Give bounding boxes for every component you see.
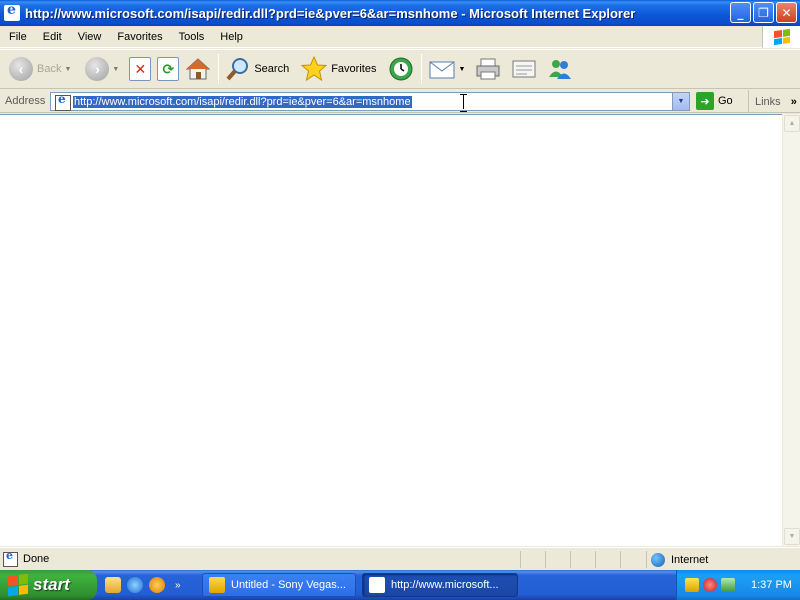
media-player-icon[interactable] — [149, 577, 165, 593]
ie-icon — [4, 2, 20, 21]
windows-logo — [762, 26, 800, 48]
address-url[interactable]: http://www.microsoft.com/isapi/redir.dll… — [73, 95, 412, 108]
back-label: Back — [37, 63, 62, 75]
home-icon — [186, 58, 211, 80]
quicklaunch-chevron-icon[interactable]: » — [175, 580, 181, 591]
sony-vegas-icon — [209, 577, 225, 593]
menu-favorites[interactable]: Favorites — [108, 31, 169, 43]
page-status-icon — [3, 549, 18, 567]
back-arrow-icon: ‹ — [9, 57, 33, 81]
globe-icon — [651, 552, 665, 567]
quick-launch: » — [105, 577, 187, 593]
toolbar-separator — [421, 54, 423, 84]
minimize-button[interactable]: _ — [730, 2, 751, 23]
address-input[interactable]: http://www.microsoft.com/isapi/redir.dll… — [50, 92, 690, 111]
links-chevron-icon[interactable]: » — [791, 96, 797, 108]
home-button[interactable] — [182, 52, 214, 86]
menu-bar: File Edit View Favorites Tools Help — [0, 26, 800, 48]
task-label: Untitled - Sony Vegas... — [231, 579, 346, 591]
print-button[interactable] — [472, 52, 504, 86]
status-panel — [545, 551, 546, 568]
printer-icon — [476, 58, 500, 80]
history-icon — [389, 57, 413, 81]
search-label: Search — [254, 63, 290, 75]
standard-toolbar: ‹ Back ▼ › ▼ ✕ ⟳ Search Favorites ▼ — [0, 49, 800, 89]
scroll-down-button[interactable]: ▼ — [784, 528, 800, 545]
zone-label: Internet — [671, 553, 709, 566]
star-icon — [301, 56, 328, 82]
mail-icon — [429, 61, 455, 79]
refresh-button[interactable]: ⟳ — [154, 52, 182, 86]
start-button[interactable]: start — [0, 570, 97, 600]
vertical-scrollbar[interactable]: ▲ ▼ — [782, 114, 800, 546]
menu-view[interactable]: View — [69, 31, 109, 43]
taskbar-item-sony-vegas[interactable]: Untitled - Sony Vegas... — [202, 573, 356, 597]
favorites-label: Favorites — [331, 63, 377, 75]
status-panel — [595, 551, 596, 568]
security-shield-icon[interactable] — [685, 578, 699, 592]
history-button[interactable] — [385, 52, 417, 86]
stop-icon: ✕ — [129, 57, 152, 81]
maximize-button[interactable]: ❐ — [753, 2, 774, 23]
mail-dropdown-icon[interactable]: ▼ — [458, 66, 465, 73]
go-arrow-icon: ➜ — [696, 92, 714, 110]
status-panel — [520, 551, 521, 568]
explorer-folder-icon[interactable] — [105, 577, 121, 593]
menu-edit[interactable]: Edit — [34, 31, 69, 43]
forward-button[interactable]: › ▼ — [82, 52, 122, 86]
back-dropdown-icon[interactable]: ▼ — [64, 66, 71, 73]
address-label: Address — [5, 95, 46, 107]
status-panel — [620, 551, 621, 568]
links-label: Links — [755, 95, 781, 108]
window-controls: _ ❐ ✕ — [730, 2, 797, 23]
text-cursor-icon — [460, 94, 468, 112]
ie-icon — [369, 577, 385, 593]
page-content[interactable] — [0, 114, 782, 546]
links-toolbar[interactable]: Links » — [748, 90, 797, 113]
toolbar-separator — [218, 54, 220, 84]
stop-button[interactable]: ✕ — [126, 52, 154, 86]
taskbar: start » Untitled - Sony Vegas... http://… — [0, 570, 800, 600]
task-label: http://www.microsoft... — [391, 579, 499, 591]
internet-explorer-icon[interactable] — [127, 577, 143, 593]
search-button[interactable]: Search — [223, 52, 292, 86]
page-icon — [54, 92, 71, 111]
forward-arrow-icon: › — [85, 57, 110, 81]
title-bar[interactable]: http://www.microsoft.com/isapi/redir.dll… — [0, 0, 800, 26]
windows-flag-icon — [773, 28, 790, 46]
edit-icon — [512, 60, 536, 78]
status-bar: Done Internet — [0, 547, 800, 570]
taskbar-item-internet-explorer[interactable]: http://www.microsoft... — [362, 573, 518, 597]
address-dropdown-button[interactable]: ▼ — [672, 93, 689, 110]
mail-button[interactable]: ▼ — [426, 52, 468, 86]
go-button[interactable]: ➜ Go — [696, 92, 733, 110]
status-text: Done — [23, 553, 50, 565]
menu-file[interactable]: File — [0, 31, 34, 43]
edit-button[interactable] — [508, 52, 540, 86]
forward-dropdown-icon[interactable]: ▼ — [112, 66, 119, 73]
magnifier-icon — [226, 58, 249, 81]
address-bar: Address http://www.microsoft.com/isapi/r… — [0, 90, 800, 113]
security-zone: Internet — [646, 551, 800, 568]
messenger-icon — [549, 60, 572, 79]
system-tray: 1:37 PM — [676, 570, 800, 600]
window-title: http://www.microsoft.com/isapi/redir.dll… — [25, 5, 636, 21]
windows-flag-icon — [8, 573, 28, 597]
browser-window: http://www.microsoft.com/isapi/redir.dll… — [0, 0, 800, 570]
messenger-button[interactable] — [544, 52, 576, 86]
scroll-up-button[interactable]: ▲ — [784, 115, 800, 132]
favorites-button[interactable]: Favorites — [298, 52, 379, 86]
menu-tools[interactable]: Tools — [170, 31, 212, 43]
security-alert-icon[interactable] — [703, 578, 717, 592]
refresh-icon: ⟳ — [157, 57, 180, 81]
start-label: start — [33, 575, 70, 594]
close-button[interactable]: ✕ — [776, 2, 797, 23]
menu-help[interactable]: Help — [211, 31, 250, 43]
go-label: Go — [718, 95, 733, 107]
clock[interactable]: 1:37 PM — [751, 579, 792, 591]
status-panel — [570, 551, 571, 568]
back-button[interactable]: ‹ Back ▼ — [6, 52, 74, 86]
network-icon[interactable] — [721, 578, 735, 592]
